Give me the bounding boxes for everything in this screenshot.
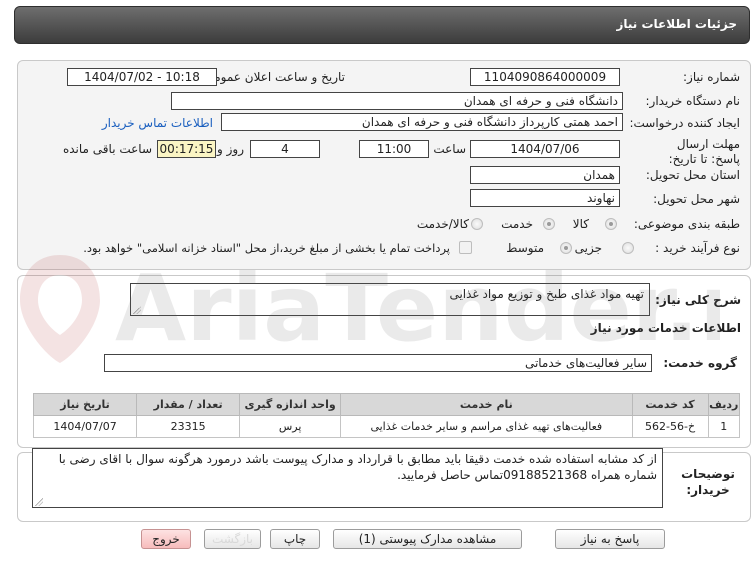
page-title: جزئیات اطلاعات نیاز <box>616 17 737 31</box>
deadline-time-field: 11:00 <box>359 140 429 158</box>
buyer-org-label: نام دستگاه خریدار: <box>645 94 741 108</box>
time-remaining-label: ساعت باقی مانده <box>62 142 152 156</box>
need-number-field: 1104090864000009 <box>470 68 620 86</box>
cell-quantity: 23315 <box>136 415 241 438</box>
buyer-notes-field[interactable]: از کد مشابه استفاده شده خدمت دقیقا باید … <box>32 448 663 508</box>
back-button[interactable]: بازگشت <box>204 529 261 549</box>
exit-button[interactable]: خروج <box>141 529 191 549</box>
buyer-notes-label: توضیحات خریدار: <box>681 467 735 497</box>
reply-to-need-button[interactable]: پاسخ به نیاز <box>555 529 665 549</box>
need-number-label: شماره نیاز: <box>683 70 740 84</box>
deadline-time-label: ساعت <box>433 142 466 156</box>
city-label: شهر محل تحویل: <box>653 192 740 206</box>
category-option-goods-radio[interactable] <box>605 218 617 230</box>
table-row[interactable]: 1 خ-56-562 فعالیت‌های تهیه غذای مراسم و … <box>32 415 741 438</box>
col-quantity: تعداد / مقدار <box>136 393 241 416</box>
cell-service-code: خ-56-562 <box>631 415 709 438</box>
deadline-date-field: 1404/07/06 <box>470 140 620 158</box>
city-field: نهاوند <box>470 189 620 207</box>
cell-row-number: 1 <box>707 415 741 438</box>
watermark-text: AriaTender.net <box>115 255 720 362</box>
announce-datetime-field: 1404/07/02 - 10:18 <box>67 68 217 86</box>
category-option-goods-label: کالا <box>572 217 589 231</box>
creator-label: ایجاد کننده درخواست: <box>629 116 740 130</box>
deadline-label: مهلت ارسال پاسخ: تا تاریخ: <box>668 137 740 166</box>
province-label: استان محل تحویل: <box>645 168 740 182</box>
resize-grip-icon[interactable] <box>35 498 43 506</box>
col-service-name: نام خدمت <box>340 393 633 416</box>
watermark-pin-icon <box>20 255 100 363</box>
print-button[interactable]: چاپ <box>270 529 320 549</box>
buyer-org-field: دانشگاه فنی و حرفه ای همدان <box>171 92 623 110</box>
services-table: ردیف کد خدمت نام خدمت واحد اندازه گیری ت… <box>32 393 741 438</box>
page-header: جزئیات اطلاعات نیاز <box>14 6 750 44</box>
cell-need-date: 1404/07/07 <box>32 415 138 438</box>
col-service-code: کد خدمت <box>631 393 709 416</box>
col-unit: واحد اندازه گیری <box>239 393 342 416</box>
buyer-notes-text: از کد مشابه استفاده شده خدمت دقیقا باید … <box>58 452 657 482</box>
col-row-number: ردیف <box>707 393 741 416</box>
category-option-both-radio[interactable] <box>471 218 483 230</box>
announce-datetime-label: تاریخ و ساعت اعلان عمومی: <box>200 70 345 84</box>
cell-unit: پرس <box>239 415 342 438</box>
cell-service-name: فعالیت‌های تهیه غذای مراسم و سایر خدمات … <box>340 415 633 438</box>
col-need-date: تاریخ نیاز <box>32 393 138 416</box>
days-label: روز و <box>217 142 244 156</box>
buyer-contact-link[interactable]: اطلاعات تماس خریدار <box>102 116 213 130</box>
view-attachments-button[interactable]: مشاهده مدارک پیوستی (1) <box>333 529 522 549</box>
province-field: همدان <box>470 166 620 184</box>
services-table-header: ردیف کد خدمت نام خدمت واحد اندازه گیری ت… <box>32 393 741 416</box>
category-label: طبقه بندی موضوعی: <box>633 217 740 231</box>
days-remaining-field: 4 <box>250 140 320 158</box>
watermark-logo: AriaTender.net <box>20 255 720 363</box>
creator-field: احمد همتی کارپرداز دانشگاه فنی و حرفه ای… <box>221 113 623 131</box>
category-option-service-label: خدمت <box>501 217 533 231</box>
time-remaining-field: 00:17:15 <box>157 140 216 158</box>
category-option-both-label: کالا/خدمت <box>416 217 469 231</box>
category-option-service-radio[interactable] <box>543 218 555 230</box>
